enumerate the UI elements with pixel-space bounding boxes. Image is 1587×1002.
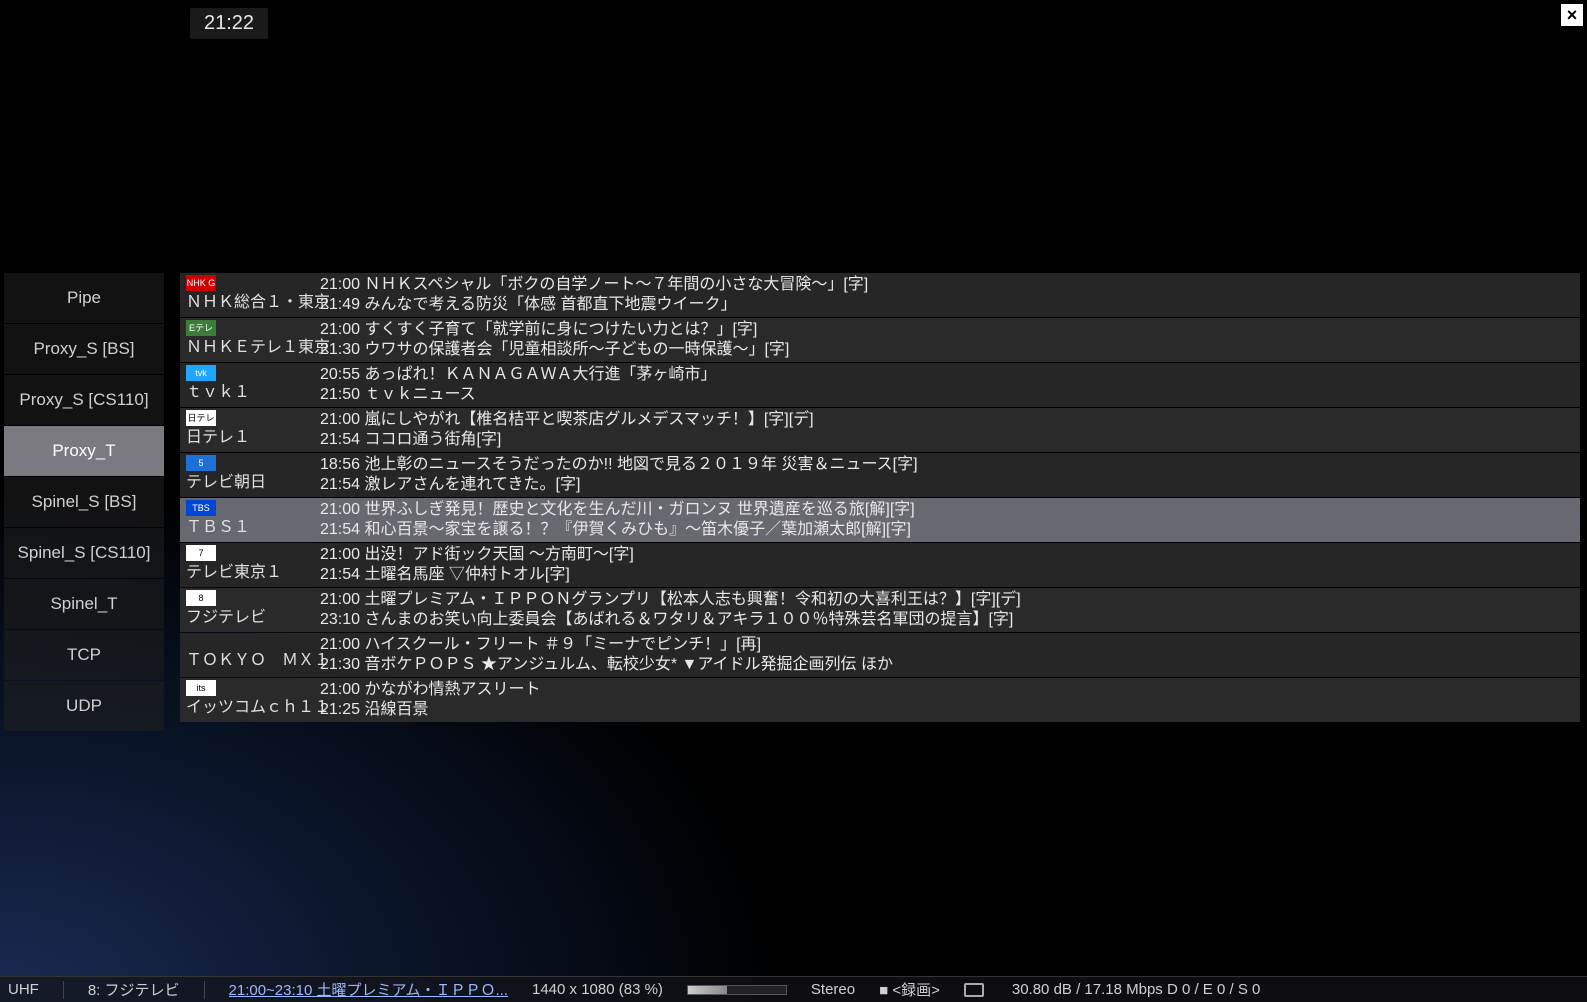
program-lines: 20:55 あっぱれ！ＫＡＮＡＧＡＷＡ大行進「茅ヶ崎市」21:50 ｔｖｋニュー… (320, 363, 1580, 405)
sidebar-item[interactable]: TCP (4, 630, 164, 680)
channel-name: 日テレ１ (186, 428, 320, 448)
channel-logo-wrap: NHK G ＮＨＫ総合１・東京 (180, 273, 320, 313)
status-resolution: 1440 x 1080 (83 %) (532, 981, 663, 998)
program-line-1: 21:00 かながわ情熱アスリート (320, 680, 1580, 700)
channel-name: イッツコムｃｈ１１ (186, 698, 320, 718)
channel-logo-icon: NHK G (186, 275, 216, 291)
channel-logo-icon: tvk (186, 365, 216, 381)
channel-name: テレビ東京１ (186, 563, 320, 583)
channel-logo-wrap: 5 テレビ朝日 (180, 453, 320, 493)
program-line-2: 21:50 ｔｖｋニュース (320, 385, 1580, 405)
sidebar-driver-list: PipeProxy_S [BS]Proxy_S [CS110]Proxy_TSp… (4, 273, 164, 732)
channel-row[interactable]: 8 フジテレビ21:00 土曜プレミアム・ＩＰＰＯＮグランプリ【松本人志も興奮！令… (180, 588, 1580, 632)
program-lines: 21:00 すくすく子育て「就学前に身につけたい力とは？」[字]21:30 ウワ… (320, 318, 1580, 360)
program-lines: 18:56 池上彰のニュースそうだったのか!! 地図で見る２０１９年 災害＆ニュ… (320, 453, 1580, 495)
channel-logo-icon: TBS (186, 500, 216, 516)
status-bar: UHF 8: フジテレビ 21:00~23:10 土曜プレミアム・ＩＰＰＯ...… (0, 976, 1587, 1002)
program-lines: 21:00 出没！アド街ック天国 ～方南町～[字]21:54 土曜名馬座 ▽仲村… (320, 543, 1580, 585)
program-line-1: 21:00 嵐にしやがれ【椎名桔平と喫茶店グルメデスマッチ！】[字][デ] (320, 410, 1580, 430)
program-line-2: 21:30 ウワサの保護者会「児童相談所～子どもの一時保護～」[字] (320, 340, 1580, 360)
program-line-2: 23:10 さんまのお笑い向上委員会【あばれる＆ワタリ＆アキラ１００％特殊芸名軍… (320, 610, 1580, 630)
channel-row[interactable]: NHK G ＮＨＫ総合１・東京21:00 ＮＨＫスペシャル「ボクの自学ノート～７年… (180, 273, 1580, 317)
program-line-2: 21:25 沿線百景 (320, 700, 1580, 720)
program-lines: 21:00 ハイスクール・フリート ＃９「ミーナでピンチ！」[再]21:30 音… (320, 633, 1580, 675)
channel-row[interactable]: 5 テレビ朝日18:56 池上彰のニュースそうだったのか!! 地図で見る２０１９年… (180, 453, 1580, 497)
channel-logo-wrap: Eテレ ＮＨＫＥテレ１東京 (180, 318, 320, 358)
channel-logo-wrap: its イッツコムｃｈ１１ (180, 678, 320, 718)
channel-row[interactable]: tvk ｔｖｋ１20:55 あっぱれ！ＫＡＮＡＧＡＷＡ大行進「茅ヶ崎市」21:50… (180, 363, 1580, 407)
channel-logo-wrap: ＴＯＫＹＯ ＭＸ１ (180, 633, 320, 671)
status-program-title[interactable]: 21:00~23:10 土曜プレミアム・ＩＰＰＯ... (229, 979, 508, 1000)
program-line-2: 21:54 激レアさんを連れてきた。[字] (320, 475, 1580, 495)
separator (204, 981, 205, 999)
status-band: UHF (8, 981, 39, 998)
program-lines: 21:00 かながわ情熱アスリート21:25 沿線百景 (320, 678, 1580, 720)
status-signal: 30.80 dB / 17.18 Mbps D 0 / E 0 / S 0 (1012, 981, 1260, 998)
program-line-2: 21:54 和心百景～家宝を譲る！？『伊賀くみひも』～笛木優子／葉加瀬太郎[解]… (320, 520, 1580, 540)
sidebar-item[interactable]: Spinel_S [CS110] (4, 528, 164, 578)
channel-logo-icon: 日テレ (186, 410, 216, 426)
channel-logo-wrap: TBS ＴＢＳ１ (180, 498, 320, 538)
program-line-1: 21:00 出没！アド街ック天国 ～方南町～[字] (320, 545, 1580, 565)
volume-fill (688, 986, 727, 994)
camera-icon[interactable] (964, 981, 988, 998)
program-line-2: 21:54 土曜名馬座 ▽仲村トオル[字] (320, 565, 1580, 585)
sidebar-item[interactable]: Spinel_S [BS] (4, 477, 164, 527)
sidebar-item[interactable]: Spinel_T (4, 579, 164, 629)
program-line-1: 18:56 池上彰のニュースそうだったのか!! 地図で見る２０１９年 災害＆ニュ… (320, 455, 1580, 475)
channel-logo-icon: 5 (186, 455, 216, 471)
program-line-1: 21:00 ハイスクール・フリート ＃９「ミーナでピンチ！」[再] (320, 635, 1580, 655)
channel-row[interactable]: 7 テレビ東京１21:00 出没！アド街ック天国 ～方南町～[字]21:54 土曜… (180, 543, 1580, 587)
sidebar-item[interactable]: UDP (4, 681, 164, 731)
channel-name: ＮＨＫＥテレ１東京 (186, 338, 320, 358)
program-lines: 21:00 ＮＨＫスペシャル「ボクの自学ノート～７年間の小さな大冒険～」[字]2… (320, 273, 1580, 315)
program-line-1: 21:00 土曜プレミアム・ＩＰＰＯＮグランプリ【松本人志も興奮！令和初の大喜利… (320, 590, 1580, 610)
channel-logo-icon: 8 (186, 590, 216, 606)
sidebar-item[interactable]: Proxy_S [BS] (4, 324, 164, 374)
separator (63, 981, 64, 999)
program-line-2: 21:54 ココロ通う街角[字] (320, 430, 1580, 450)
clock-display: 21:22 (190, 8, 268, 39)
channel-row[interactable]: 日テレ日テレ１21:00 嵐にしやがれ【椎名桔平と喫茶店グルメデスマッチ！】[字… (180, 408, 1580, 452)
sidebar-item[interactable]: Proxy_S [CS110] (4, 375, 164, 425)
channel-logo-icon: Eテレ (186, 320, 216, 336)
channel-logo-wrap: tvk ｔｖｋ１ (180, 363, 320, 403)
program-lines: 21:00 嵐にしやがれ【椎名桔平と喫茶店グルメデスマッチ！】[字][デ]21:… (320, 408, 1580, 450)
channel-row[interactable]: ＴＯＫＹＯ ＭＸ１21:00 ハイスクール・フリート ＃９「ミーナでピンチ！」[… (180, 633, 1580, 677)
channel-logo-wrap: 8 フジテレビ (180, 588, 320, 628)
channel-logo-icon: its (186, 680, 216, 696)
epg-channel-list: NHK G ＮＨＫ総合１・東京21:00 ＮＨＫスペシャル「ボクの自学ノート～７年… (180, 273, 1580, 723)
close-icon[interactable]: × (1561, 4, 1583, 26)
channel-logo-icon: 7 (186, 545, 216, 561)
program-line-1: 21:00 すくすく子育て「就学前に身につけたい力とは？」[字] (320, 320, 1580, 340)
status-audio-mode: Stereo (811, 981, 855, 998)
program-lines: 21:00 土曜プレミアム・ＩＰＰＯＮグランプリ【松本人志も興奮！令和初の大喜利… (320, 588, 1580, 630)
channel-name: テレビ朝日 (186, 473, 320, 493)
volume-bar[interactable] (687, 985, 787, 995)
program-line-1: 21:00 ＮＨＫスペシャル「ボクの自学ノート～７年間の小さな大冒険～」[字] (320, 275, 1580, 295)
program-lines: 21:00 世界ふしぎ発見！歴史と文化を生んだ川・ガロンヌ 世界遺産を巡る旅[解… (320, 498, 1580, 540)
channel-name: ＮＨＫ総合１・東京 (186, 293, 320, 313)
sidebar-item[interactable]: Pipe (4, 273, 164, 323)
program-line-1: 20:55 あっぱれ！ＫＡＮＡＧＡＷＡ大行進「茅ヶ崎市」 (320, 365, 1580, 385)
program-line-2: 21:49 みんなで考える防災「体感 首都直下地震ウイーク」 (320, 295, 1580, 315)
channel-name: ｔｖｋ１ (186, 383, 320, 403)
program-line-1: 21:00 世界ふしぎ発見！歴史と文化を生んだ川・ガロンヌ 世界遺産を巡る旅[解… (320, 500, 1580, 520)
program-line-2: 21:30 音ボケＰＯＰＳ ★アンジュルム、転校少女* ▼アイドル発掘企画列伝 … (320, 655, 1580, 675)
channel-row[interactable]: Eテレ ＮＨＫＥテレ１東京21:00 すくすく子育て「就学前に身につけたい力とは？… (180, 318, 1580, 362)
channel-row[interactable]: its イッツコムｃｈ１１21:00 かながわ情熱アスリート21:25 沿線百景 (180, 678, 1580, 722)
sidebar-item[interactable]: Proxy_T (4, 426, 164, 476)
channel-logo-wrap: 7 テレビ東京１ (180, 543, 320, 583)
channel-logo-wrap: 日テレ日テレ１ (180, 408, 320, 448)
channel-row[interactable]: TBS ＴＢＳ１21:00 世界ふしぎ発見！歴史と文化を生んだ川・ガロンヌ 世界遺… (180, 498, 1580, 542)
channel-name: ＴＯＫＹＯ ＭＸ１ (186, 651, 320, 671)
status-channel: 8: フジテレビ (88, 979, 180, 1000)
channel-name: フジテレビ (186, 608, 320, 628)
record-button[interactable]: ■ <録画> (879, 979, 940, 1000)
channel-name: ＴＢＳ１ (186, 518, 320, 538)
